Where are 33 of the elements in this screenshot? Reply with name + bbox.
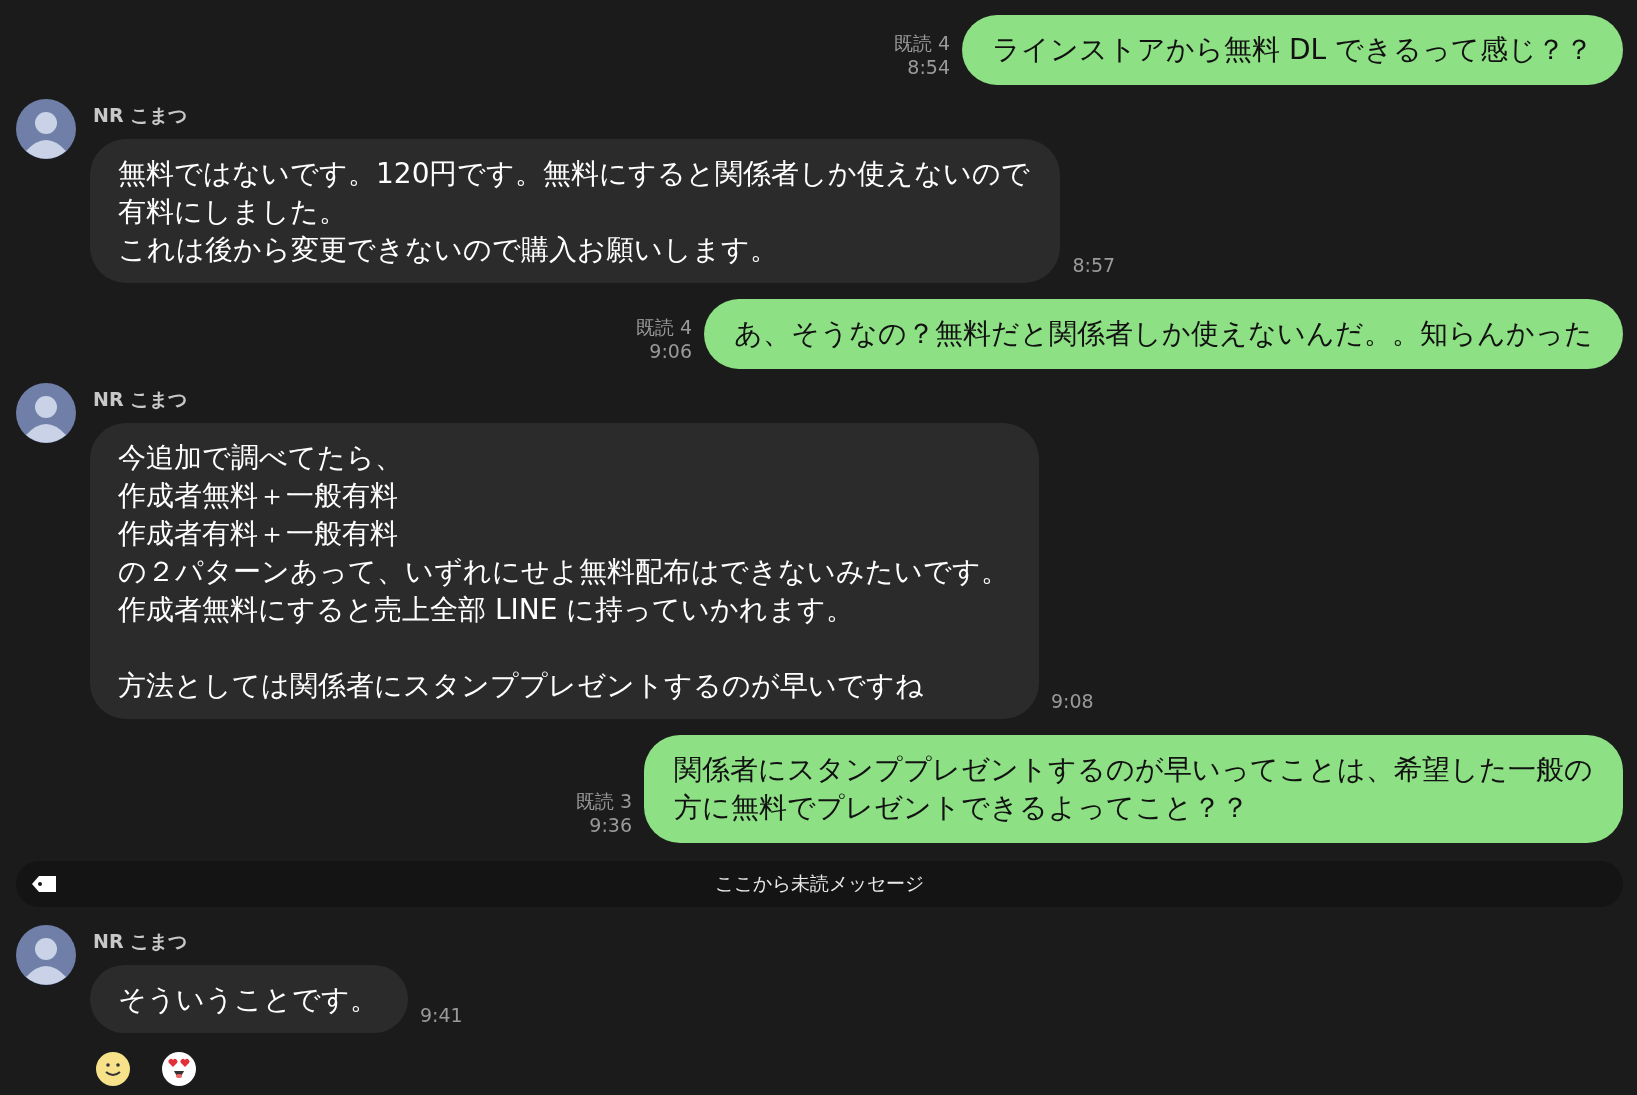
message-line: 有料にしました。 xyxy=(118,194,348,230)
heart-eyes-face-icon xyxy=(161,1051,197,1087)
avatar-icon xyxy=(16,99,76,159)
smiley-icon xyxy=(95,1051,131,1087)
tag-icon xyxy=(32,876,56,892)
message-line: 作成者無料＋一般有料 xyxy=(118,478,399,514)
unread-label: ここから未読メッセージ xyxy=(714,871,925,896)
avatar-icon xyxy=(16,383,76,443)
read-receipt: 既読 3 xyxy=(575,789,632,813)
avatar-icon xyxy=(16,925,76,985)
message-line: これは後から変更できないので購入お願いします。 xyxy=(118,232,779,268)
sender-name: NR こまつ xyxy=(93,387,188,412)
message-time: 9:06 xyxy=(648,339,692,363)
message-line: 作成者無料にすると売上全部 LINE に持っていかれます。 xyxy=(118,592,856,628)
message-line: 関係者にスタンププレゼントするのが早いってことは、希望した一般の xyxy=(674,752,1593,788)
sender-name: NR こまつ xyxy=(93,929,188,954)
message-line: の２パターンあって、いずれにせよ無料配布はできないみたいです。 xyxy=(118,554,1009,590)
message-line: 今追加で調べてたら、 xyxy=(118,440,404,476)
sender-name: NR こまつ xyxy=(93,103,188,128)
message-line: そういうことです。 xyxy=(118,982,378,1018)
read-receipt: 既読 4 xyxy=(893,31,951,55)
message-line: あ、そうなの？無料だと関係者しか使えないんだ。。知らんかった xyxy=(734,316,1593,352)
message-line: 方法としては関係者にスタンププレゼントするのが早いですね xyxy=(118,668,925,704)
read-receipt: 既読 4 xyxy=(635,315,692,339)
message-time: 8:57 xyxy=(1072,253,1116,277)
message-line: ラインストアから無料 DL できるって感じ？？ xyxy=(992,32,1593,68)
message-line: 方に無料でプレゼントできるよってこと？？ xyxy=(674,790,1250,826)
message-time: 8:54 xyxy=(906,55,951,79)
message-line: 作成者有料＋一般有料 xyxy=(118,516,399,552)
message-time: 9:36 xyxy=(588,813,632,837)
message-time: 9:41 xyxy=(420,1003,463,1027)
message-time: 9:08 xyxy=(1051,689,1094,713)
message-line: 無料ではないです。120円です。無料にすると関係者しか使えないので xyxy=(118,156,1031,192)
